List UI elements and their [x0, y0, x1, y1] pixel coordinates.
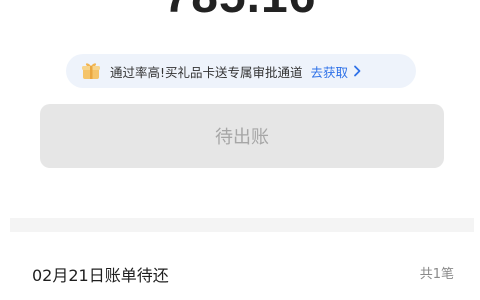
bill-amount: 785.16 [0, 0, 480, 22]
promo-get-link[interactable]: 去获取 [311, 62, 363, 81]
gift-icon [80, 60, 102, 82]
chevron-right-icon [352, 65, 362, 77]
bill-page: 785.16 通过率高!买礼品卡送专属审批通道 去获取 待出账 02月21日账单… [0, 0, 480, 300]
promo-link-label: 去获取 [310, 64, 349, 80]
bill-title: 02月21日账单待还 [32, 266, 169, 285]
pending-bill-button[interactable]: 待出账 [40, 104, 444, 168]
bill-count: 共1笔 [419, 267, 454, 282]
promo-text: 通过率高!买礼品卡送专属审批通道 [110, 64, 303, 80]
section-divider [10, 218, 474, 232]
bill-row[interactable]: 02月21日账单待还 共1笔 [10, 232, 474, 300]
promo-banner[interactable]: 通过率高!买礼品卡送专属审批通道 去获取 [66, 54, 416, 88]
